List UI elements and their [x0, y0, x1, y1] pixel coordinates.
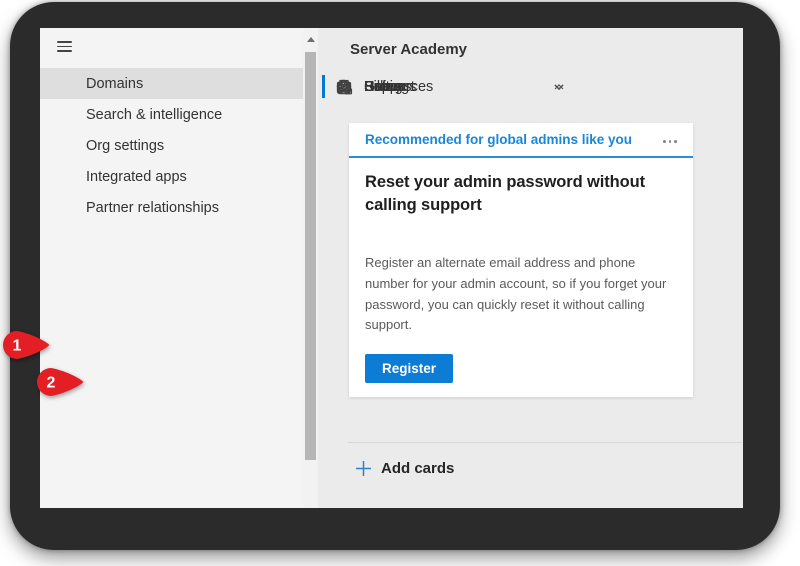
- admin-center-window: Home Users: [40, 28, 743, 508]
- sidebar-item-domains[interactable]: Domains: [40, 68, 303, 99]
- card-header-label: Recommended for global admins like you: [365, 132, 632, 147]
- card-header: Recommended for global admins like you: [349, 123, 693, 158]
- sidebar-item-partner-relationships[interactable]: Partner relationships: [40, 192, 303, 223]
- annotation-badge-2: 2: [36, 367, 84, 397]
- sidebar-item-label: Search & intelligence: [86, 107, 222, 123]
- scrollbar-up-arrow[interactable]: [303, 32, 318, 46]
- content-divider: [348, 442, 742, 443]
- sidebar-item-label: Integrated apps: [86, 169, 187, 185]
- sidebar-item-label: Partner relationships: [86, 200, 219, 216]
- hamburger-menu-icon[interactable]: [57, 41, 72, 52]
- sidebar-nav: Home Users: [40, 68, 303, 223]
- sidebar-item-label: Domains: [86, 76, 143, 92]
- sidebar: Home Users: [40, 28, 303, 508]
- add-cards-label: Add cards: [381, 460, 454, 477]
- annotation-badge-1: 1: [2, 330, 50, 360]
- sidebar-item-org-settings[interactable]: Org settings: [40, 130, 303, 161]
- sidebar-item-integrated-apps[interactable]: Integrated apps: [40, 161, 303, 192]
- sidebar-item-label: Org settings: [86, 138, 164, 154]
- svg-text:1: 1: [13, 338, 22, 355]
- card-body-text: Register an alternate email address and …: [365, 253, 677, 336]
- add-cards-button[interactable]: Add cards: [355, 460, 454, 477]
- sidebar-scrollbar: [303, 28, 318, 508]
- recommendation-card: Recommended for global admins like you R…: [349, 123, 693, 397]
- register-button[interactable]: Register: [365, 354, 453, 383]
- page-title: Server Academy: [350, 41, 467, 58]
- scrollbar-thumb[interactable]: [305, 52, 316, 460]
- more-options-icon[interactable]: [660, 137, 680, 146]
- svg-text:2: 2: [47, 375, 56, 392]
- main-content: Server Academy Recommended for global ad…: [318, 28, 743, 508]
- card-title: Reset your admin password without callin…: [365, 171, 669, 218]
- sidebar-item-search-intelligence[interactable]: Search & intelligence: [40, 99, 303, 130]
- plus-icon: [355, 460, 372, 477]
